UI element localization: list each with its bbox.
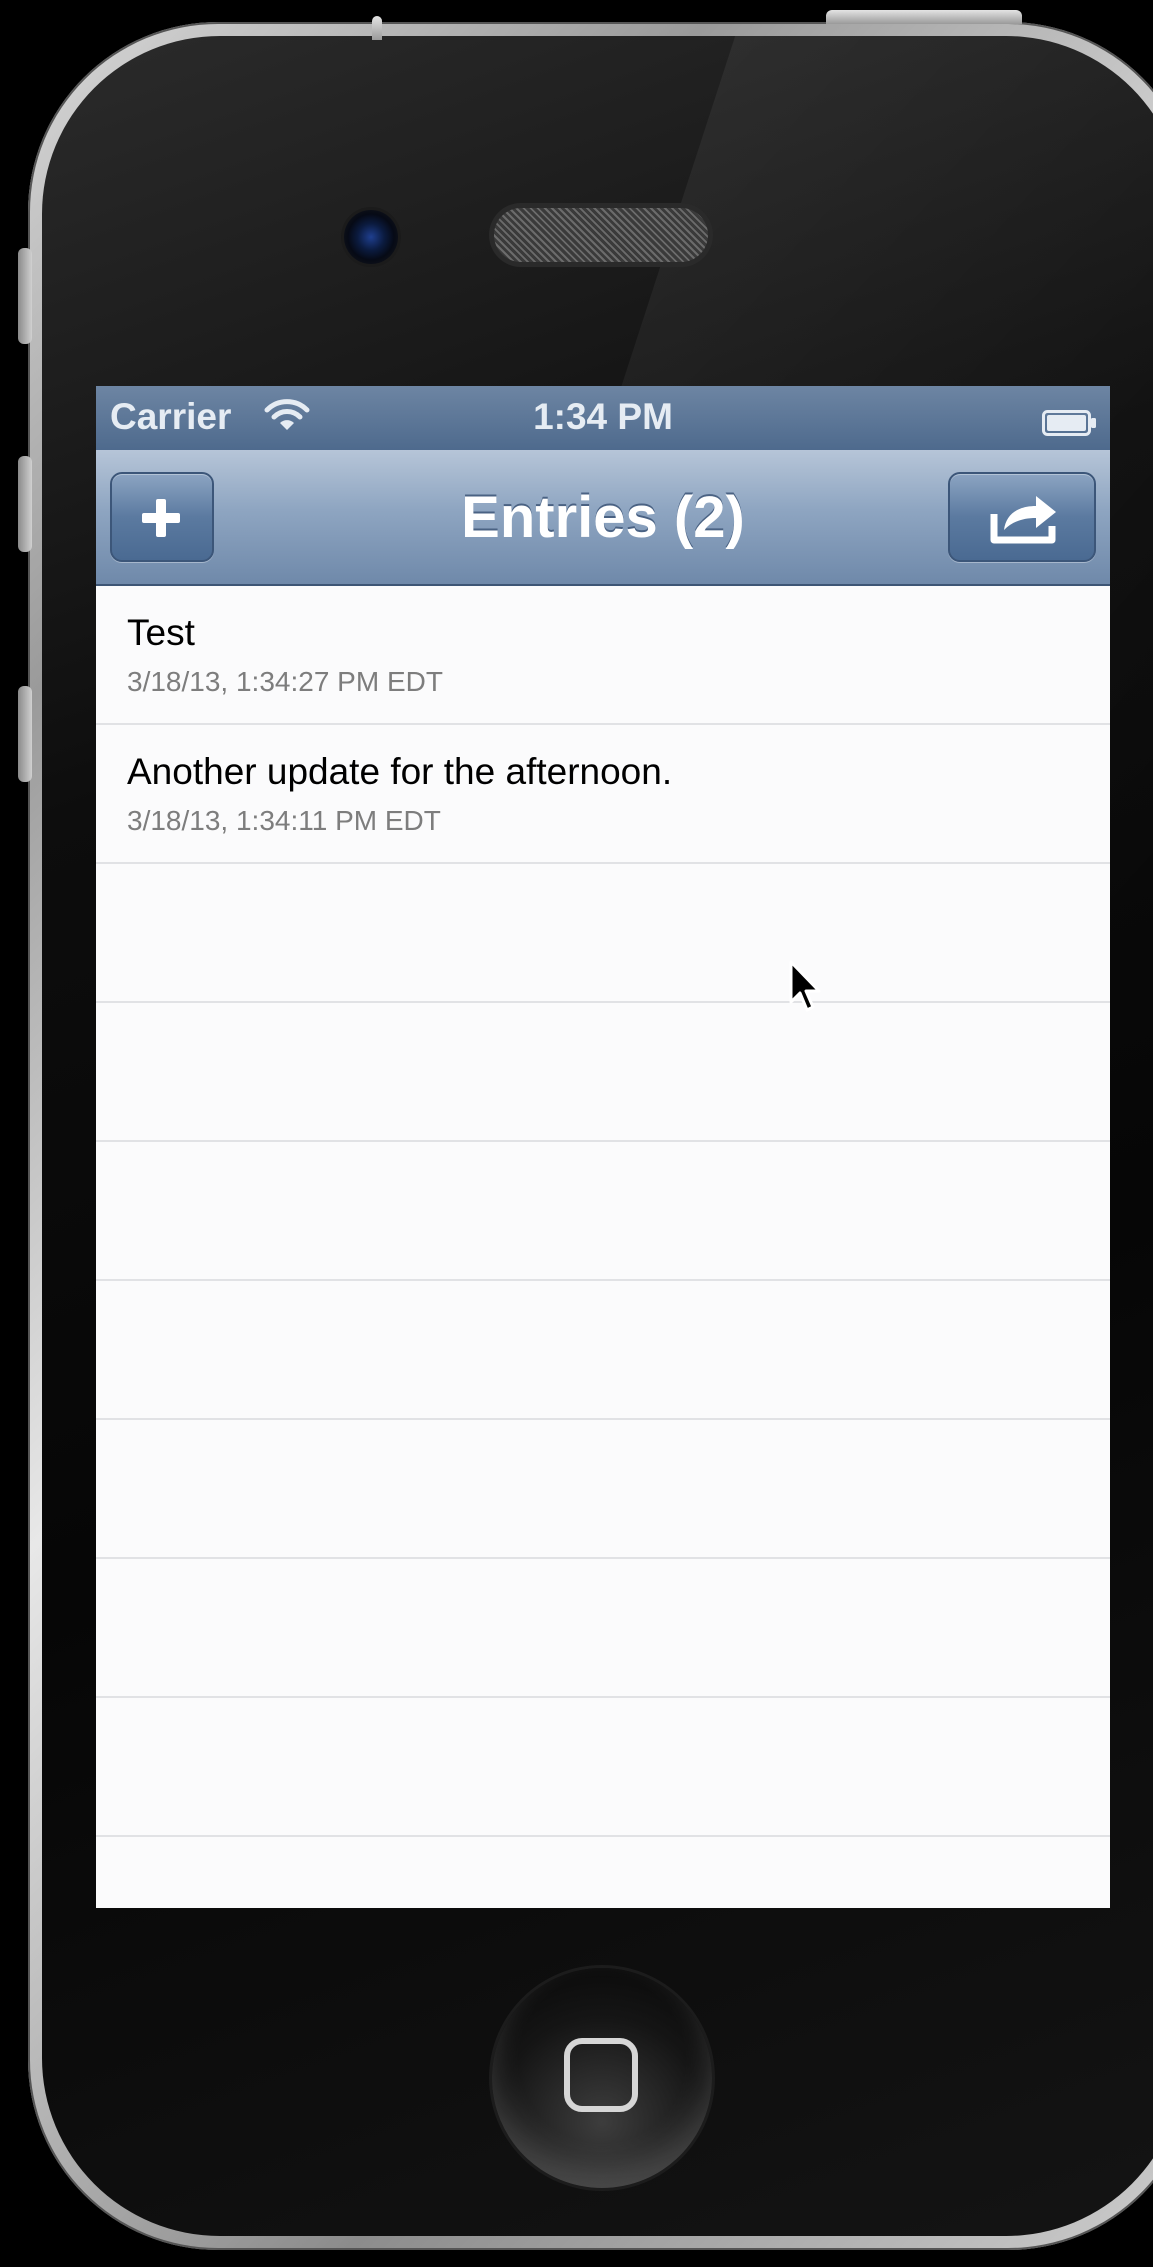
status-bar: Carrier 1:34 PM (96, 386, 1110, 450)
volume-down-button[interactable] (18, 686, 32, 782)
entry-title: Test (127, 612, 195, 653)
share-button[interactable] (948, 472, 1096, 562)
entry-timestamp: 3/18/13, 1:34:11 PM EDT (127, 805, 441, 836)
empty-row (96, 864, 1110, 1003)
empty-row (96, 1559, 1110, 1698)
entry-timestamp: 3/18/13, 1:34:27 PM EDT (127, 666, 443, 697)
simulator-stage: Carrier 1:34 PM Entries (2) Test 3/18/13… (0, 0, 1153, 2267)
sleep-wake-button[interactable] (826, 10, 1022, 24)
top-edge-highlight (372, 16, 382, 40)
empty-row (96, 1420, 1110, 1559)
front-camera (344, 210, 398, 264)
list-item[interactable]: Test 3/18/13, 1:34:27 PM EDT (96, 586, 1110, 725)
mouse-pointer-icon (788, 960, 824, 1021)
empty-row (96, 1142, 1110, 1281)
list-item[interactable]: Another update for the afternoon. 3/18/1… (96, 725, 1110, 864)
volume-up-button[interactable] (18, 456, 32, 552)
empty-row (96, 1003, 1110, 1142)
share-icon (990, 496, 1056, 544)
entries-list[interactable]: Test 3/18/13, 1:34:27 PM EDT Another upd… (96, 586, 1110, 1908)
home-button-icon[interactable] (492, 1968, 712, 2188)
earpiece-speaker (494, 208, 708, 262)
mute-switch[interactable] (18, 248, 32, 344)
navigation-bar: Entries (2) (96, 450, 1110, 586)
entry-title: Another update for the afternoon. (127, 751, 673, 792)
empty-row (96, 1281, 1110, 1420)
device-screen: Carrier 1:34 PM Entries (2) Test 3/18/13… (96, 386, 1110, 1908)
empty-row (96, 1837, 1110, 1908)
home-square-glyph (564, 2038, 638, 2112)
battery-icon (1042, 403, 1098, 436)
status-time: 1:34 PM (533, 396, 673, 437)
empty-row (96, 1698, 1110, 1837)
